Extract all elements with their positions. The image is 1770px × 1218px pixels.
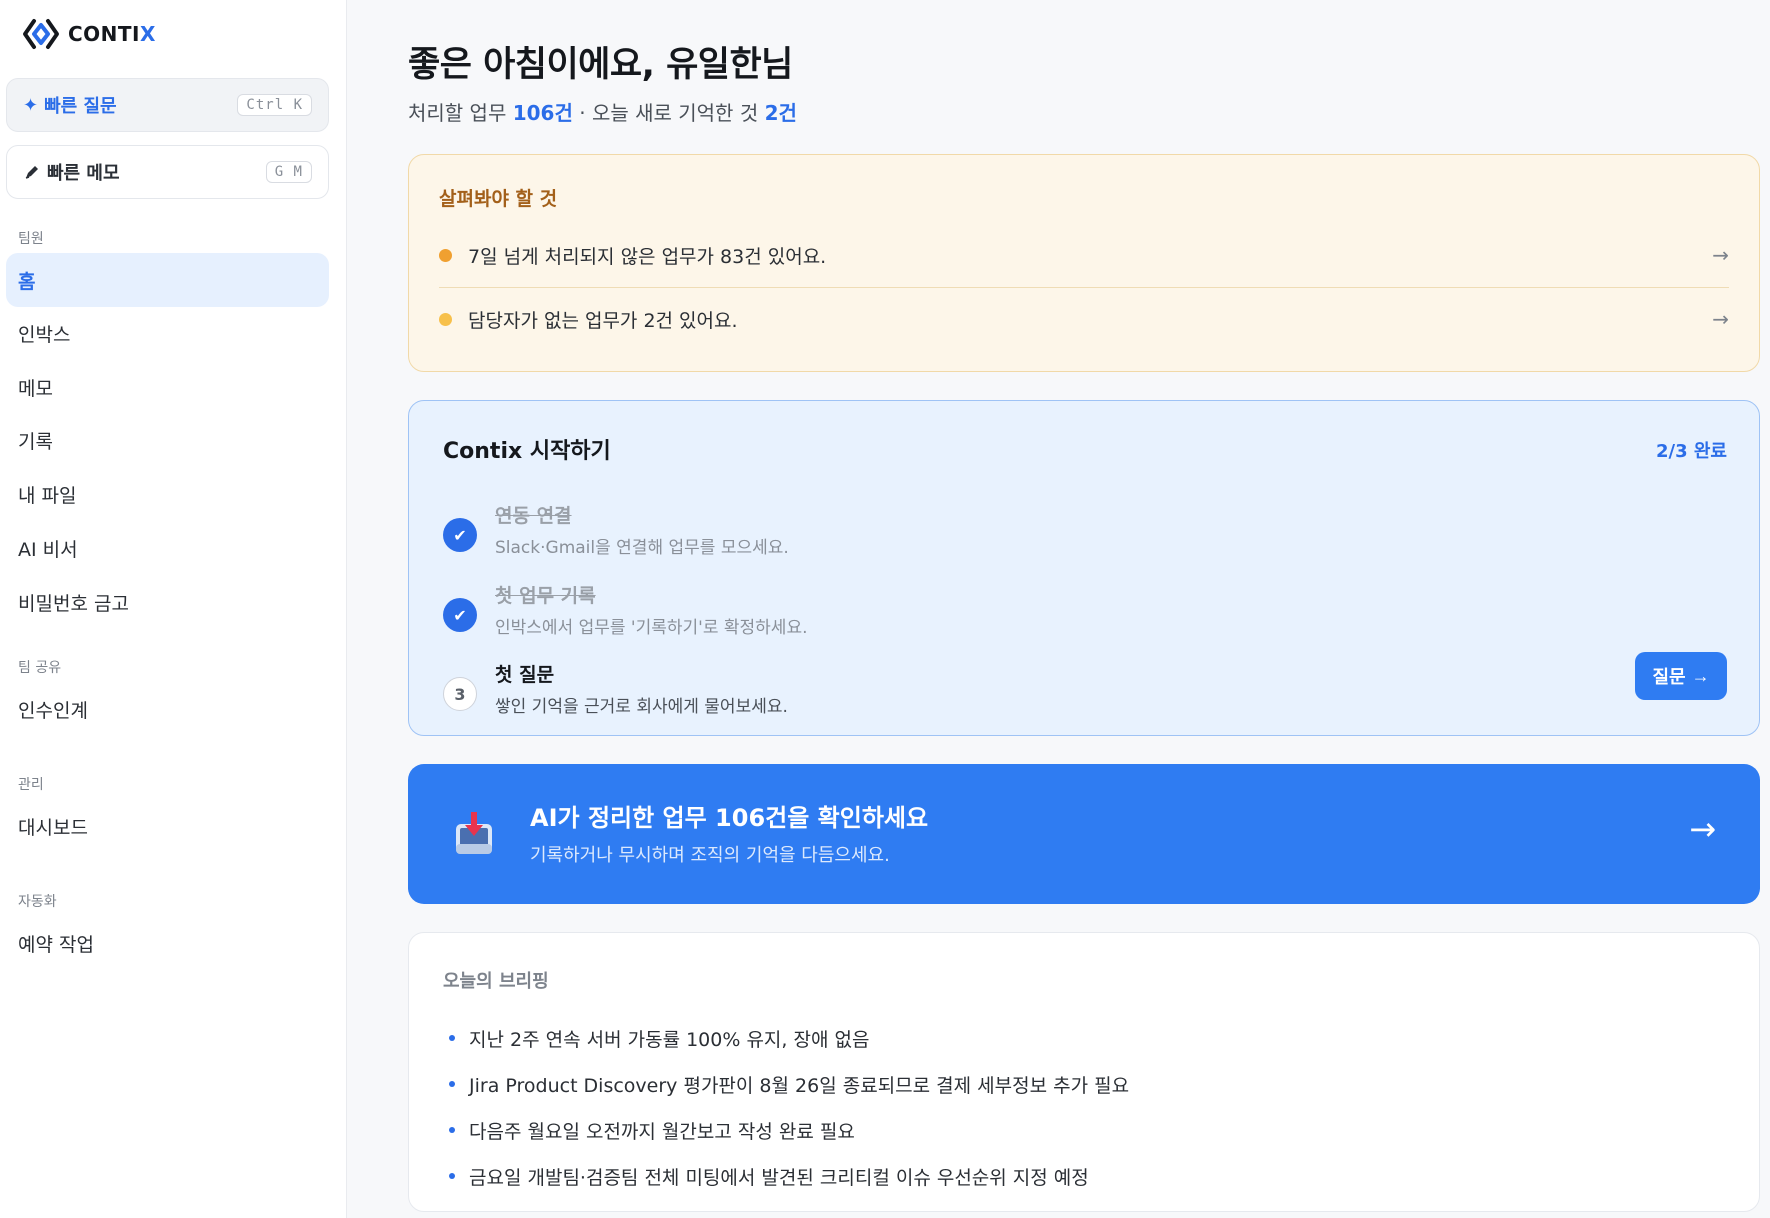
bullet-icon [449,1035,455,1041]
bullet-icon [449,1127,455,1133]
divider [439,287,1729,288]
section-label-team-shared: 팀 공유 [18,660,62,676]
arrow-right-icon: → [1712,243,1729,267]
briefing-title: 오늘의 브리핑 [443,971,549,992]
section-label-members: 팀원 [18,231,44,247]
banner-title: AI가 정리한 업무 106건을 확인하세요 [530,804,929,832]
quick-ask-label: 빠른 질문 [44,96,117,117]
onboarding-progress: 2/3 완료 [1655,441,1727,462]
attention-item-unassigned[interactable]: 담당자가 없는 업무가 2건 있어요. → [439,289,1729,349]
check-icon: ✔ [443,518,477,552]
arrow-right-icon: → [1712,307,1729,331]
sidebar-item-scheduled-jobs[interactable]: 예약 작업 [6,916,329,970]
brand-logo[interactable]: CONTIX [22,17,156,51]
sidebar-item-home[interactable]: 홈 [6,253,329,307]
onboarding-title: Contix 시작하기 [443,439,611,464]
attention-title: 살펴봐야 할 것 [439,188,558,210]
bullet-icon [449,1081,455,1087]
sidebar-item-my-files[interactable]: 내 파일 [6,467,329,521]
memory-count: 2건 [764,101,797,125]
section-label-admin: 관리 [18,777,44,793]
main-content: 좋은 아침이에요, 유일한님 처리할 업무 106건 · 오늘 새로 기억한 것… [348,0,1770,1218]
ai-tasks-banner[interactable]: AI가 정리한 업무 106건을 확인하세요 기록하거나 무시하며 조직의 기억… [408,764,1760,904]
attention-item-overdue[interactable]: 7일 넘게 처리되지 않은 업무가 83건 있어요. → [439,225,1729,285]
sidebar-item-ai-assistant[interactable]: AI 비서 [6,521,329,575]
warning-dot-icon [439,312,452,326]
sidebar-item-password-vault[interactable]: 비밀번호 금고 [6,575,329,629]
list-item: Jira Product Discovery 평가판이 8월 26일 종료되므로… [449,1061,1129,1107]
step-number-badge: 3 [443,677,477,711]
sidebar: CONTIX ✦ 빠른 질문 Ctrl K 빠른 메모 G M 팀원 홈 인박스… [0,0,347,1218]
onboarding-card: Contix 시작하기 2/3 완료 ✔ 연동 연결 Slack·Gmail을 … [408,400,1760,736]
ask-question-button[interactable]: 질문 → [1635,652,1727,700]
sidebar-item-records[interactable]: 기록 [6,413,329,467]
page-title: 좋은 아침이에요, 유일한님 [408,45,793,85]
arrow-right-icon: → [1691,665,1710,686]
sidebar-item-memo[interactable]: 메모 [6,360,329,414]
section-label-automation: 자동화 [18,894,57,910]
summary-line: 처리할 업무 106건 · 오늘 새로 기억한 것 2건 [408,101,797,125]
attention-card: 살펴봐야 할 것 7일 넘게 처리되지 않은 업무가 83건 있어요. → 담당… [408,154,1760,372]
daily-briefing-card: 오늘의 브리핑 지난 2주 연속 서버 가동률 100% 유지, 장애 없음 J… [408,932,1760,1212]
shortcut-badge: G M [265,161,312,183]
quick-memo-button[interactable]: 빠른 메모 G M [6,145,329,199]
contix-logo-icon [23,19,59,49]
onboarding-step-connect: ✔ 연동 연결 Slack·Gmail을 연결해 업무를 모으세요. [443,501,1733,565]
list-item: 지난 2주 연속 서버 가동률 100% 유지, 장애 없음 [449,1015,1129,1061]
list-item: 다음주 월요일 오전까지 월간보고 작성 완료 필요 [449,1107,1129,1153]
banner-description: 기록하거나 무시하며 조직의 기억을 다듬으세요. [530,845,890,866]
quick-ask-button[interactable]: ✦ 빠른 질문 Ctrl K [6,78,329,132]
inbox-download-icon [456,812,492,854]
pencil-icon [25,166,38,179]
sparkle-icon: ✦ [23,94,39,116]
list-item: 금요일 개발팀·검증팀 전체 미팅에서 발견된 크리티컬 이슈 우선순위 지정 … [449,1153,1129,1199]
warning-dot-icon [439,248,452,262]
sidebar-item-inbox[interactable]: 인박스 [6,306,329,360]
sidebar-item-dashboard[interactable]: 대시보드 [6,799,329,853]
shortcut-badge: Ctrl K [237,94,312,116]
quick-memo-label: 빠른 메모 [47,163,120,184]
onboarding-step-first-question: 3 첫 질문 쌓인 기억을 근거로 회사에게 물어보세요. [443,660,1733,724]
onboarding-step-first-record: ✔ 첫 업무 기록 인박스에서 업무를 '기록하기'로 확정하세요. [443,581,1733,645]
bullet-icon [449,1173,455,1179]
check-icon: ✔ [443,598,477,632]
sidebar-item-handover[interactable]: 인수인계 [6,682,329,736]
pending-count: 106건 [512,101,573,125]
arrow-right-icon: → [1689,810,1716,848]
brand-name: CONTIX [68,22,156,46]
briefing-list: 지난 2주 연속 서버 가동률 100% 유지, 장애 없음 Jira Prod… [449,1015,1129,1199]
